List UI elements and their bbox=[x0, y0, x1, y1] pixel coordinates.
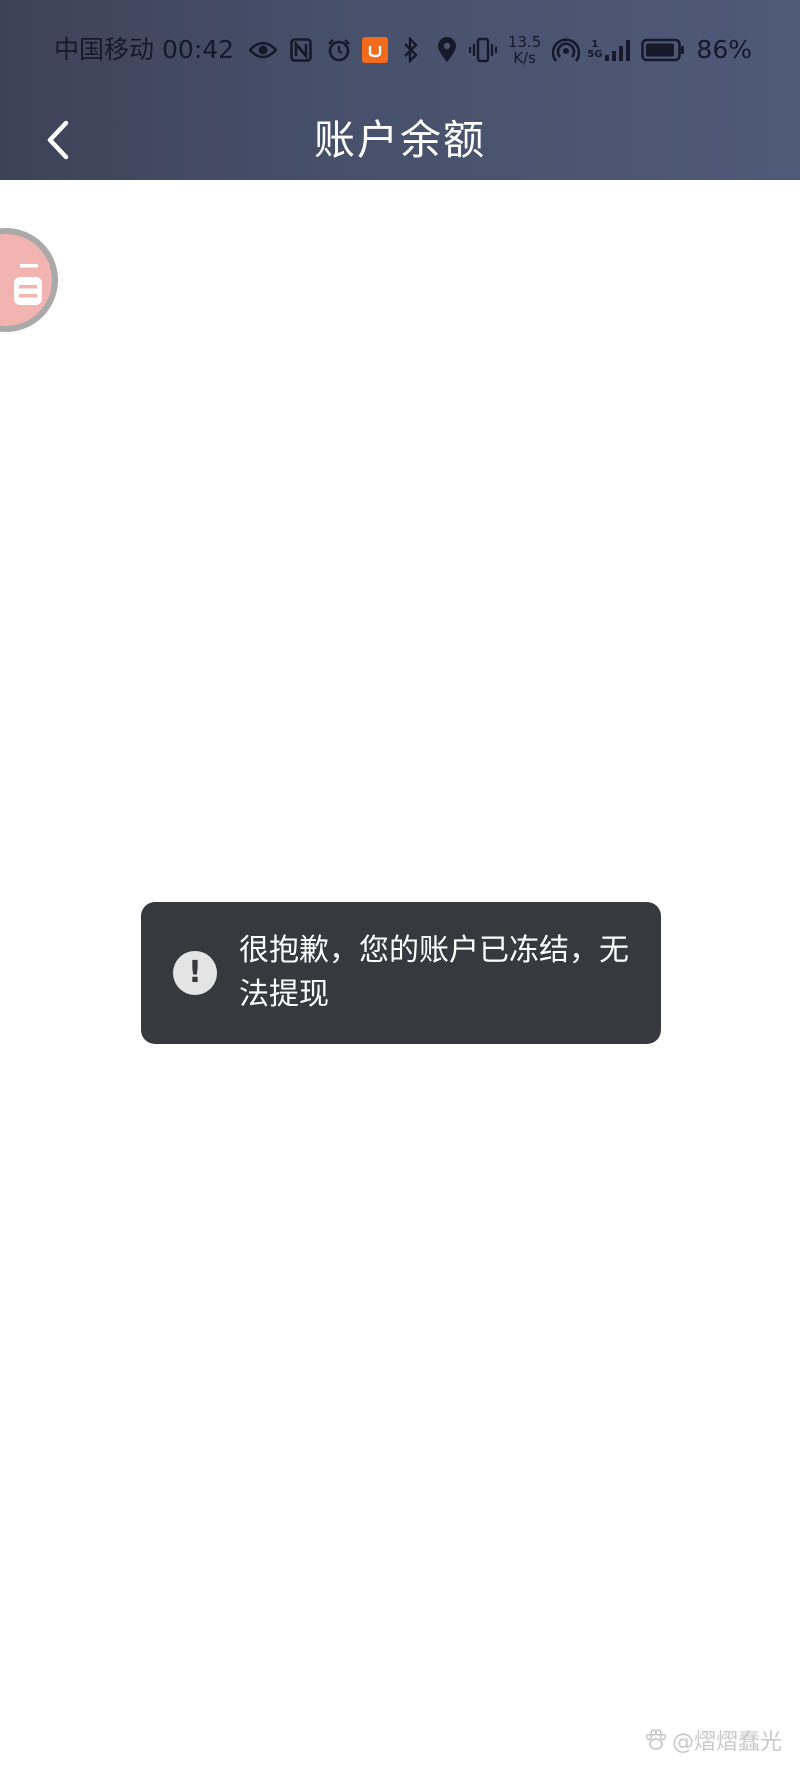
nav-bar: 账户余额 bbox=[0, 100, 800, 180]
carrier-name: 中国移动 bbox=[54, 35, 155, 64]
toast-message: 很抱歉，您的账户已冻结，无法提现 bbox=[239, 933, 629, 1012]
clock: 00:42 bbox=[162, 35, 235, 64]
status-right: 13.5 K/s 1 5G 86% bbox=[396, 30, 752, 70]
battery-icon bbox=[640, 35, 686, 65]
cellular-signal: 1 5G bbox=[587, 35, 634, 65]
network-speed-value: 13.5 bbox=[507, 33, 542, 51]
eye-icon bbox=[248, 35, 278, 65]
cellular-signal-icon bbox=[604, 35, 634, 65]
location-icon bbox=[432, 35, 462, 65]
didi-app-icon bbox=[362, 37, 389, 63]
bluetooth-icon bbox=[396, 35, 426, 65]
paw-icon bbox=[644, 1728, 668, 1752]
alarm-icon bbox=[324, 35, 354, 65]
network-speed-unit: K/s bbox=[513, 49, 536, 67]
page-title: 账户余额 bbox=[314, 116, 486, 164]
floating-assistant-icon bbox=[0, 234, 52, 326]
battery-percent: 86% bbox=[696, 35, 752, 64]
header: 中国移动 00:42 13.5 K/s 1 5G 86% 账户余额 bbox=[0, 0, 800, 180]
nfc-icon bbox=[286, 35, 316, 65]
network-type-label: 5G bbox=[587, 49, 603, 60]
floating-assistant-button[interactable] bbox=[0, 228, 58, 332]
error-toast: ! 很抱歉，您的账户已冻结，无法提现 bbox=[141, 902, 661, 1044]
vibrate-icon bbox=[468, 35, 498, 65]
watermark-text: @熠熠蠢光 bbox=[671, 1730, 782, 1755]
exclamation-icon: ! bbox=[173, 951, 217, 995]
watermark: @熠熠蠢光 bbox=[644, 1724, 782, 1756]
screen: 中国移动 00:42 13.5 K/s 1 5G 86% 账户余额 ! 很抱歉，… bbox=[0, 0, 800, 1768]
hotspot-icon bbox=[551, 35, 581, 65]
status-bar: 中国移动 00:42 13.5 K/s 1 5G 86% bbox=[0, 0, 800, 100]
status-left: 中国移动 00:42 bbox=[54, 30, 389, 70]
network-speed: 13.5 K/s bbox=[508, 34, 541, 66]
